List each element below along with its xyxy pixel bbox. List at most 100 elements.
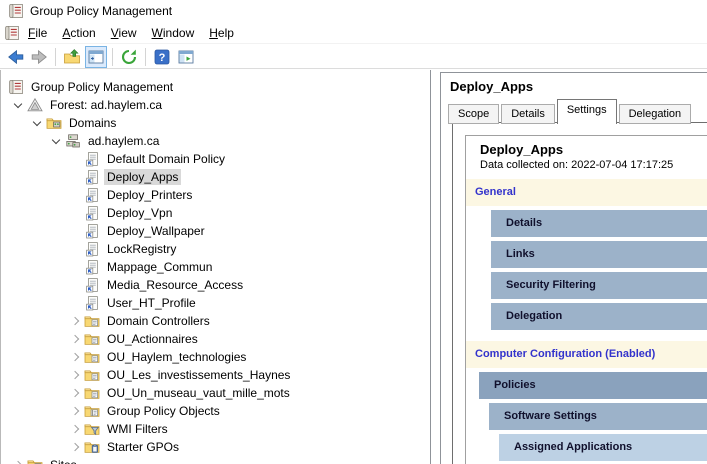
report-section-bar[interactable]: Security Filtering <box>491 272 707 299</box>
console-tree: Group Policy Management Forest: ad.haylem… <box>0 70 431 464</box>
tab-details[interactable]: Details <box>501 104 555 124</box>
chevron-right-icon[interactable] <box>66 366 84 384</box>
report-section-bar[interactable]: Details <box>491 210 707 237</box>
report-section-bar[interactable]: Delegation <box>491 303 707 330</box>
tree-item-label: OU_Les_investissements_Haynes <box>104 367 293 383</box>
tree-item-label: Deploy_Vpn <box>104 205 175 221</box>
chevron-down-icon[interactable] <box>28 114 46 132</box>
report-section-header[interactable]: General <box>466 179 707 206</box>
tree-item[interactable]: WMI Filters <box>1 420 430 438</box>
tree-item[interactable]: OU_Haylem_technologies <box>1 348 430 366</box>
show-console-tree-icon[interactable] <box>85 46 107 68</box>
tree-item[interactable]: OU_Les_investissements_Haynes <box>1 366 430 384</box>
tree-item[interactable]: Domains <box>1 114 430 132</box>
gpo-folder-icon <box>84 403 100 419</box>
tree-item-label: OU_Actionnaires <box>104 331 201 347</box>
report-sections: General Details Links Security Filtering Del… <box>466 179 707 464</box>
toolbar-separator <box>55 48 56 66</box>
gpo-icon <box>84 205 100 221</box>
chevron-right-icon[interactable] <box>66 384 84 402</box>
tree-item-label: ad.haylem.ca <box>85 133 162 149</box>
toolbar-separator <box>145 48 146 66</box>
sites-folder-icon <box>27 457 43 464</box>
tree-item[interactable]: User_HT_Profile <box>1 294 430 312</box>
tree-item[interactable]: LockRegistry <box>1 240 430 258</box>
chevron-right-icon[interactable] <box>66 402 84 420</box>
forward-icon[interactable] <box>28 46 50 68</box>
tree-item-label: Forest: ad.haylem.ca <box>47 97 165 113</box>
chevron-down-icon[interactable] <box>47 132 65 150</box>
gpo-icon <box>84 187 100 203</box>
tree-item-label: OU_Haylem_technologies <box>104 349 249 365</box>
domain-icon <box>65 133 81 149</box>
menu-item-action[interactable]: Action <box>55 24 102 42</box>
report-section-bar[interactable]: Software Settings <box>489 403 707 430</box>
help-icon[interactable]: ? <box>151 46 173 68</box>
console-menu-icon[interactable] <box>4 25 20 41</box>
tree-item[interactable]: Deploy_Printers <box>1 186 430 204</box>
menu-bar: FileActionViewWindowHelp <box>0 22 707 44</box>
toolbar-separator <box>112 48 113 66</box>
chevron-right-icon[interactable] <box>66 438 84 456</box>
tree-item[interactable]: Mappage_Commun <box>1 258 430 276</box>
report-title: Deploy_Apps <box>480 141 707 158</box>
chevron-right-icon[interactable] <box>66 420 84 438</box>
tree-item-label: Starter GPOs <box>104 439 182 455</box>
tree-item[interactable]: OU_Un_museau_vaut_mille_mots <box>1 384 430 402</box>
tree-item[interactable]: Deploy_Apps <box>1 168 430 186</box>
tree-item-label: Deploy_Apps <box>104 169 181 185</box>
tree-item[interactable]: Group Policy Management <box>1 78 430 96</box>
open-folder-icon[interactable] <box>61 46 83 68</box>
back-icon[interactable] <box>4 46 26 68</box>
menu-item-view[interactable]: View <box>104 24 144 42</box>
menu-item-help[interactable]: Help <box>202 24 241 42</box>
tree-item[interactable]: Deploy_Vpn <box>1 204 430 222</box>
tree-item[interactable]: Domain Controllers <box>1 312 430 330</box>
report-section-bar[interactable]: Policies <box>479 372 707 399</box>
chevron-down-icon[interactable] <box>9 96 27 114</box>
app-window: Group Policy Management FileActionViewWi… <box>0 0 707 464</box>
report-section-bar[interactable]: Assigned Applications <box>499 434 707 461</box>
tree-item-label: Media_Resource_Access <box>104 277 246 293</box>
refresh-icon[interactable] <box>118 46 140 68</box>
tree-item-label: Group Policy Management <box>28 79 176 95</box>
ou-folder-icon <box>84 313 100 329</box>
chevron-right-icon[interactable] <box>66 348 84 366</box>
toolbar: ? <box>0 45 707 69</box>
gpo-icon <box>84 223 100 239</box>
tree-item-label: User_HT_Profile <box>104 295 199 311</box>
ou-folder-icon <box>84 385 100 401</box>
tree-item[interactable]: OU_Actionnaires <box>1 330 430 348</box>
menu-item-window[interactable]: Window <box>145 24 202 42</box>
forest-icon <box>27 97 43 113</box>
tree-item[interactable]: ad.haylem.ca <box>1 132 430 150</box>
tree-item-label: OU_Un_museau_vaut_mille_mots <box>104 385 293 401</box>
report-section-header[interactable]: Computer Configuration (Enabled) <box>466 341 707 368</box>
chevron-right-icon[interactable] <box>66 312 84 330</box>
window-title: Group Policy Management <box>30 4 172 18</box>
tree-item[interactable]: Sites <box>1 456 430 464</box>
settings-report: Deploy_Apps Data collected on: 2022-07-0… <box>465 135 707 464</box>
chevron-right-icon[interactable] <box>66 330 84 348</box>
results-pane: Deploy_Apps ScopeDetailsSettingsDelegati… <box>440 72 707 464</box>
tree-item[interactable]: Media_Resource_Access <box>1 276 430 294</box>
menu-item-file[interactable]: File <box>21 24 54 42</box>
tree-item-label: Deploy_Printers <box>104 187 195 203</box>
tab-delegation[interactable]: Delegation <box>619 104 692 124</box>
tab-scope[interactable]: Scope <box>448 104 499 124</box>
tree-item[interactable]: Group Policy Objects <box>1 402 430 420</box>
tree-item[interactable]: Default Domain Policy <box>1 150 430 168</box>
new-window-icon[interactable] <box>175 46 197 68</box>
tree-item-label: WMI Filters <box>104 421 171 437</box>
tree-item[interactable]: Deploy_Wallpaper <box>1 222 430 240</box>
tab-settings[interactable]: Settings <box>557 99 617 124</box>
tree-item[interactable]: Starter GPOs <box>1 438 430 456</box>
starter-folder-icon <box>84 439 100 455</box>
settings-tab-panel: Deploy_Apps Data collected on: 2022-07-0… <box>452 122 707 464</box>
tree-item[interactable]: Forest: ad.haylem.ca <box>1 96 430 114</box>
ou-folder-icon <box>84 367 100 383</box>
tree-item-label: Domain Controllers <box>104 313 213 329</box>
chevron-right-icon[interactable] <box>9 456 27 464</box>
report-section-bar[interactable]: Links <box>491 241 707 268</box>
gpo-icon <box>84 259 100 275</box>
